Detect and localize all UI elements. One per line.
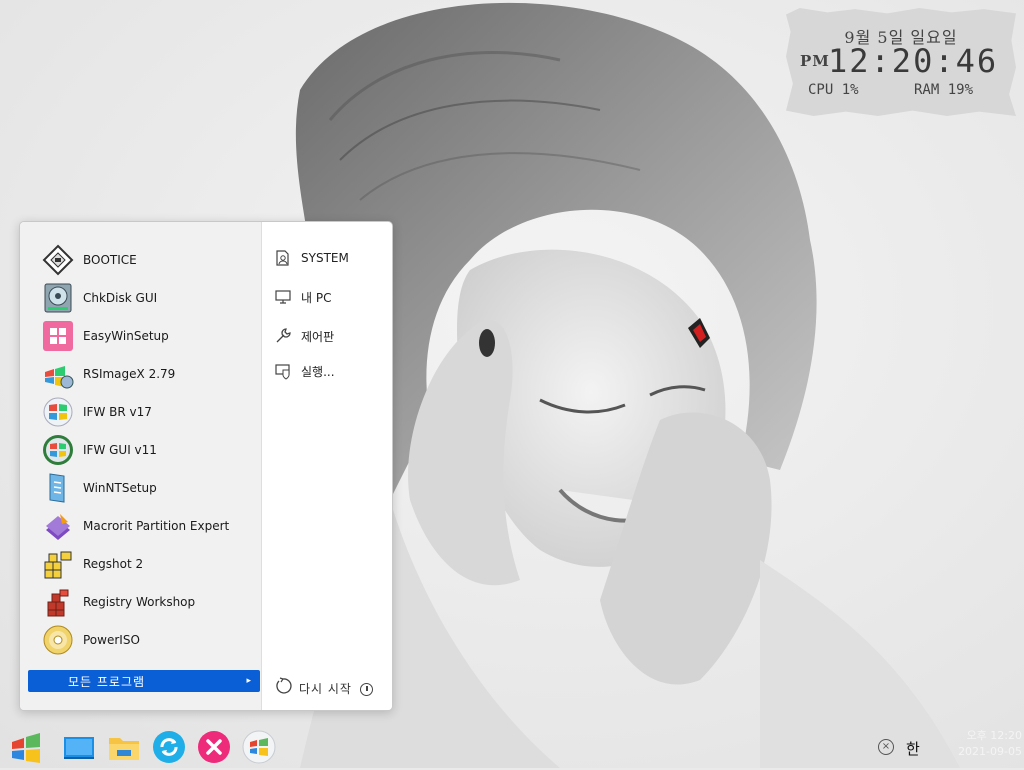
program-label: ChkDisk GUI bbox=[83, 291, 158, 305]
place-item-control-panel[interactable]: 제어판 bbox=[274, 324, 334, 348]
winntsetup-icon bbox=[42, 472, 74, 504]
restart-icon bbox=[274, 677, 292, 699]
program-item-poweriso[interactable]: PowerISO bbox=[42, 623, 252, 657]
bootice-icon bbox=[42, 244, 74, 276]
place-label: SYSTEM bbox=[301, 251, 349, 265]
program-label: PowerISO bbox=[83, 633, 140, 647]
restart-label: 다시 시작 bbox=[299, 681, 352, 696]
place-item-system[interactable]: SYSTEM bbox=[274, 246, 349, 270]
file-explorer-icon[interactable] bbox=[107, 730, 141, 764]
program-item-ifw-br[interactable]: IFW BR v17 bbox=[42, 395, 252, 429]
start-orb-icon[interactable] bbox=[8, 730, 42, 764]
program-label: BOOTICE bbox=[83, 253, 137, 267]
program-item-registry-workshop[interactable]: Registry Workshop bbox=[42, 585, 252, 619]
program-label: IFW BR v17 bbox=[83, 405, 152, 419]
program-item-chkdisk-gui[interactable]: ChkDisk GUI bbox=[42, 281, 252, 315]
place-item-run[interactable]: 실행... bbox=[274, 359, 335, 383]
restart-button[interactable]: 다시 시작 bbox=[274, 677, 352, 699]
refresh-icon[interactable] bbox=[152, 730, 186, 764]
program-label: EasyWinSetup bbox=[83, 329, 169, 343]
tray-clock[interactable]: 오후 12:20 2021-09-05 bbox=[942, 728, 1022, 760]
program-item-bootice[interactable]: BOOTICE bbox=[42, 243, 252, 277]
user-folder-icon bbox=[274, 249, 292, 267]
all-programs-label: 모든 프로그램 bbox=[68, 674, 146, 689]
program-label: IFW GUI v11 bbox=[83, 443, 157, 457]
ram-usage: RAM 19% bbox=[914, 82, 974, 98]
program-label: Macrorit Partition Expert bbox=[83, 519, 230, 533]
program-item-regshot[interactable]: Regshot 2 bbox=[42, 547, 252, 581]
ime-indicator[interactable]: 한 bbox=[906, 738, 920, 759]
program-label: Regshot 2 bbox=[83, 557, 144, 571]
clock-time: 12:20:46 bbox=[828, 42, 999, 80]
program-item-macrorit[interactable]: Macrorit Partition Expert bbox=[42, 509, 252, 543]
windows-icon[interactable] bbox=[242, 730, 276, 764]
tray-close-icon[interactable]: × bbox=[878, 739, 894, 755]
wrench-icon bbox=[274, 327, 292, 345]
tray-time: 오후 12:20 bbox=[966, 729, 1022, 742]
start-menu: BOOTICE ChkDisk GUI EasyWinSetup RSImage… bbox=[19, 221, 393, 711]
regshot-icon bbox=[42, 548, 74, 580]
easywinsetup-icon bbox=[42, 320, 74, 352]
program-item-easywinsetup[interactable]: EasyWinSetup bbox=[42, 319, 252, 353]
close-icon[interactable] bbox=[197, 730, 231, 764]
place-item-my-pc[interactable]: 내 PC bbox=[274, 285, 331, 309]
place-label: 내 PC bbox=[301, 290, 332, 305]
programs-pane: BOOTICE ChkDisk GUI EasyWinSetup RSImage… bbox=[20, 222, 262, 710]
registry-workshop-icon bbox=[42, 586, 74, 618]
macrorit-icon bbox=[42, 510, 74, 542]
chkdisk-icon bbox=[42, 282, 74, 314]
desktop-icon[interactable] bbox=[62, 730, 96, 764]
program-label: Registry Workshop bbox=[83, 595, 196, 609]
chevron-right-icon: ▸ bbox=[246, 676, 251, 686]
program-label: RSImageX 2.79 bbox=[83, 367, 176, 381]
ifw-gui-icon bbox=[42, 434, 74, 466]
place-label: 제어판 bbox=[301, 329, 335, 344]
run-icon bbox=[274, 362, 292, 380]
program-item-winntsetup[interactable]: WinNTSetup bbox=[42, 471, 252, 505]
tray-date: 2021-09-05 bbox=[958, 745, 1022, 758]
poweriso-icon bbox=[42, 624, 74, 656]
rsimagex-icon bbox=[42, 358, 74, 390]
places-pane: SYSTEM 내 PC 제어판 실행... 다시 시작 bbox=[262, 222, 392, 710]
computer-icon bbox=[274, 288, 292, 306]
clock-gadget: 9월 5일 일요일 PM 12:20:46 CPU 1% RAM 19% bbox=[786, 8, 1016, 116]
program-item-ifw-gui[interactable]: IFW GUI v11 bbox=[42, 433, 252, 467]
ifw-br-icon bbox=[42, 396, 74, 428]
program-label: WinNTSetup bbox=[83, 481, 157, 495]
all-programs-button[interactable]: 모든 프로그램 ▸ bbox=[28, 670, 260, 692]
place-label: 실행... bbox=[301, 364, 335, 379]
cpu-usage: CPU 1% bbox=[808, 82, 859, 98]
program-item-rsimagex[interactable]: RSImageX 2.79 bbox=[42, 357, 252, 391]
clock-ampm: PM bbox=[800, 52, 830, 70]
power-options-icon[interactable] bbox=[360, 683, 373, 696]
